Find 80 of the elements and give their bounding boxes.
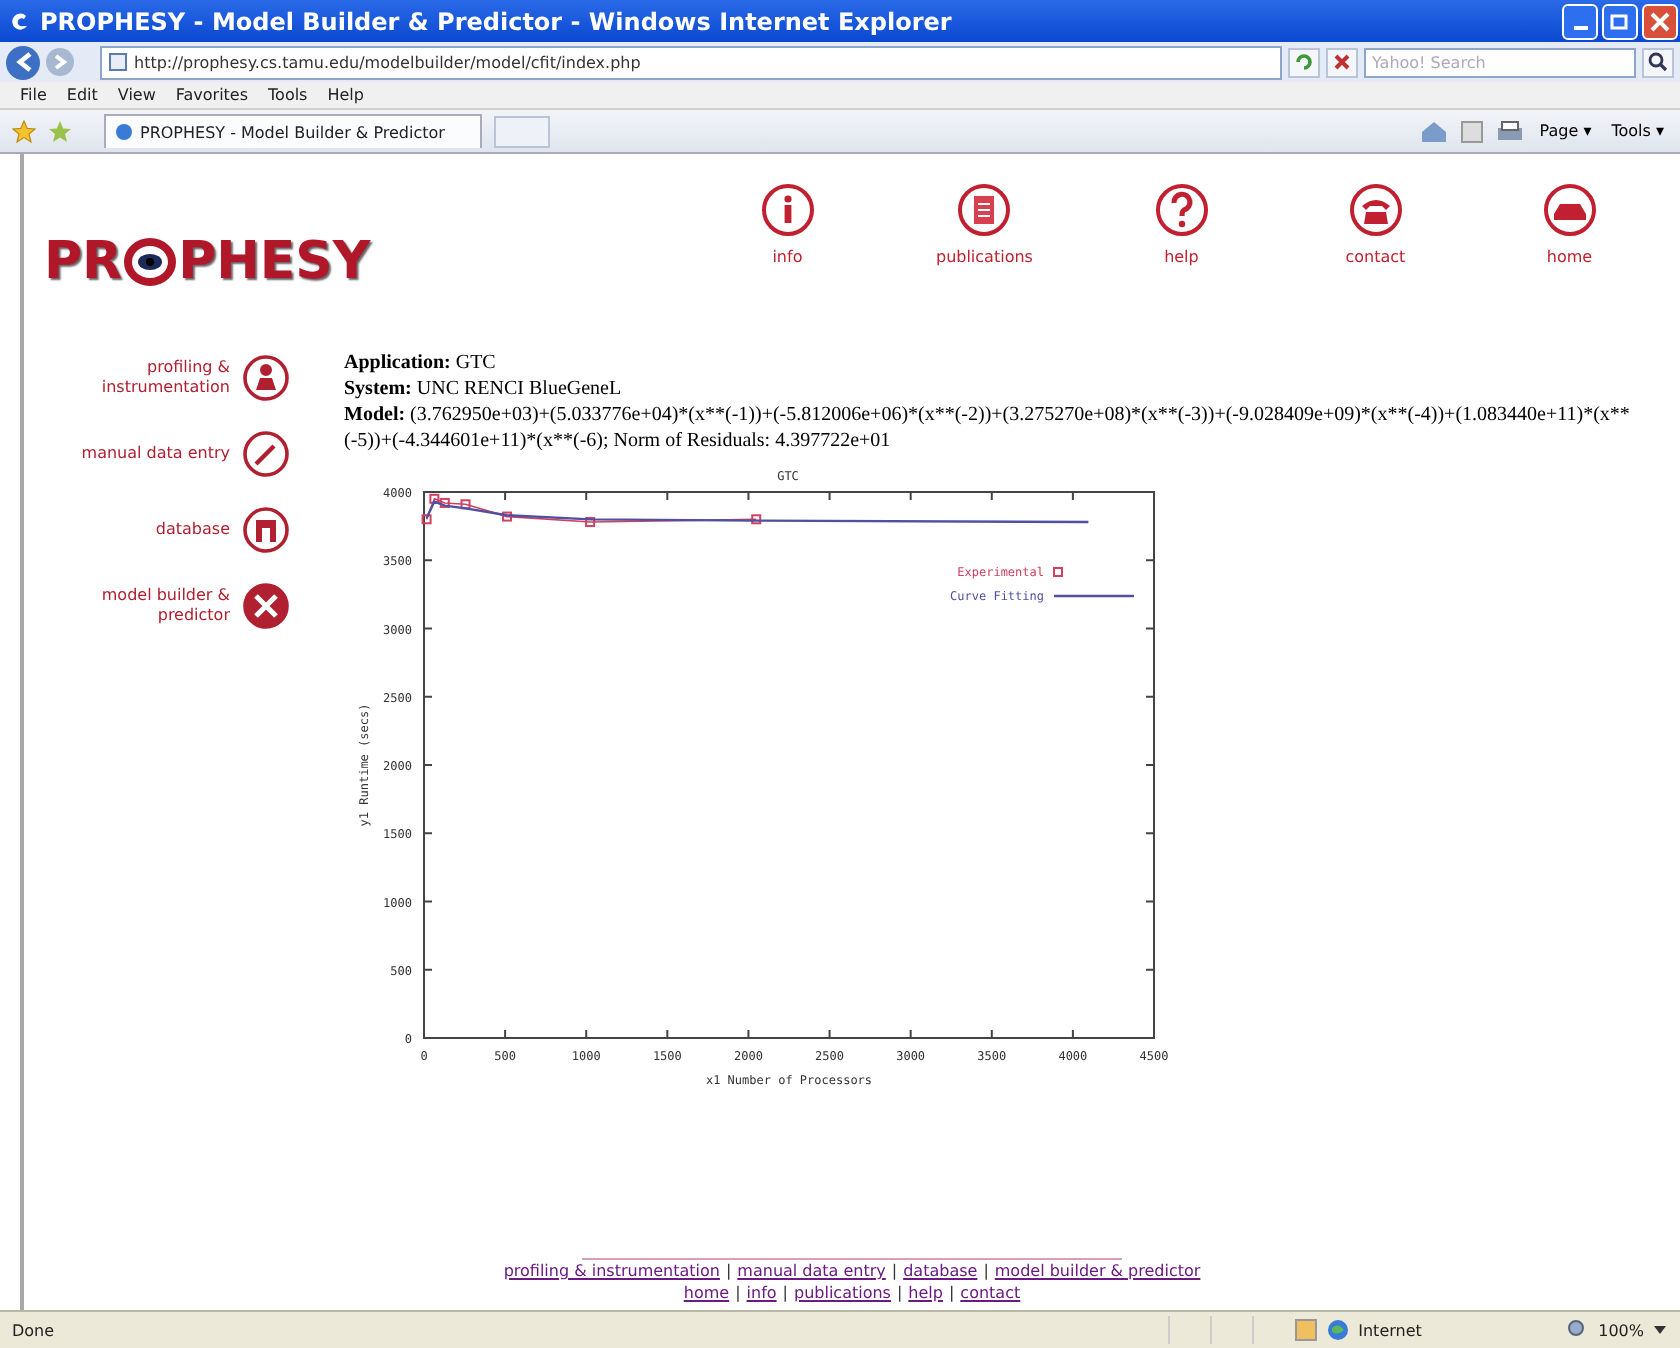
zone-text: Internet (1358, 1321, 1424, 1339)
logo-text: PHESY (178, 232, 371, 292)
browser-logo-icon (8, 9, 32, 33)
legend-marker (1053, 567, 1063, 577)
data-point (751, 514, 762, 525)
data-point (460, 499, 471, 510)
footer-link[interactable]: help (908, 1282, 943, 1304)
legend-line (1054, 594, 1134, 598)
logo-text: PR (44, 232, 123, 292)
tools-menu-button[interactable]: Tools ▾ (1607, 122, 1668, 140)
maximize-button[interactable] (1602, 3, 1638, 39)
nav-link[interactable]: manual data entry (40, 443, 230, 465)
nav-link[interactable]: home (1546, 248, 1593, 266)
link-separator: | (891, 1260, 898, 1282)
back-button[interactable] (6, 45, 40, 79)
status-text: Done (12, 1321, 55, 1339)
menu-item[interactable]: Favorites (175, 86, 249, 104)
stop-icon (1332, 52, 1352, 72)
maximize-icon (1610, 11, 1630, 31)
page-menu-button[interactable]: Page ▾ (1535, 122, 1596, 140)
footer-link[interactable]: profiling & instrumentation (503, 1260, 720, 1282)
menu-item[interactable]: Tools (268, 86, 308, 104)
search-field[interactable]: Yahoo! Search (1364, 47, 1636, 77)
link-separator: | (896, 1282, 903, 1304)
person-icon[interactable] (242, 354, 290, 402)
nav-link[interactable]: contact (1345, 248, 1406, 266)
minimize-icon (1573, 25, 1587, 29)
browser-tab[interactable]: PROPHESY - Model Builder & Predictor (104, 114, 482, 148)
page-icon (108, 52, 128, 72)
refresh-icon (1294, 52, 1314, 72)
close-icon (1650, 11, 1670, 31)
detail-text: System: UNC RENCI BlueGeneL (344, 376, 624, 402)
stop-button[interactable] (1326, 47, 1358, 77)
footer-link[interactable]: publications (794, 1282, 891, 1304)
document-icon[interactable] (956, 182, 1013, 238)
close-button[interactable] (1642, 3, 1678, 39)
detail-text: Model: (3.762950e+03)+(5.033776e+04)*(x**(-1))+(-5.812006e+06)*(x**(-2))+(3.275270e+08)*(x**(-3))+(-9.028409e+09)*(x**(-4))+(1.083440e+11)*(x**(-5))+(-4.344601e+11)*(x**(-6); Norm of Residuals: 4.397722e+01 (344, 402, 1632, 454)
footer-link[interactable]: contact (960, 1282, 1021, 1304)
nav-link[interactable]: help (1164, 248, 1199, 266)
nav-link[interactable]: info (772, 248, 803, 266)
window-title: PROPHESY - Model Builder & Predictor - Windows Internet Explorer (40, 7, 952, 35)
link-separator: | (782, 1282, 788, 1304)
footer-link[interactable]: manual data entry (737, 1260, 886, 1282)
minimize-button[interactable] (1562, 3, 1598, 39)
pencil-icon[interactable] (242, 430, 290, 478)
data-point (421, 514, 432, 525)
page-icon (114, 122, 134, 142)
star-icon[interactable] (12, 119, 36, 143)
link-separator: | (983, 1260, 989, 1282)
link-separator: | (735, 1282, 741, 1304)
archway-icon[interactable] (242, 506, 290, 554)
help-icon[interactable] (1153, 182, 1210, 238)
search-icon[interactable] (1642, 47, 1674, 77)
footer-link[interactable]: home (683, 1282, 730, 1304)
address-field[interactable]: http://prophesy.cs.tamu.edu/modelbuilder/model/cfit/index.php (100, 45, 1282, 79)
refresh-button[interactable] (1288, 47, 1320, 77)
eye-icon (124, 238, 177, 286)
menu-item[interactable]: Edit (66, 86, 98, 104)
nav-link[interactable]: database (40, 519, 230, 541)
globe-icon (1326, 1318, 1351, 1342)
footer-link[interactable]: model builder & predictor (994, 1260, 1201, 1282)
info-icon[interactable] (759, 182, 816, 238)
detail-text: Application: GTC (344, 350, 498, 376)
caret-icon[interactable] (1652, 1322, 1668, 1338)
nav-link[interactable]: profiling & instrumentation (40, 357, 230, 399)
nav-link[interactable]: publications (935, 248, 1033, 266)
link-separator: | (725, 1260, 732, 1282)
data-point (585, 517, 596, 528)
menu-item[interactable]: File (20, 86, 47, 104)
nav-link[interactable]: model builder & predictor (40, 585, 230, 627)
menu-item[interactable]: View (117, 86, 156, 104)
footer-link[interactable]: info (746, 1282, 777, 1304)
phone-icon[interactable] (1347, 182, 1404, 238)
menu-item[interactable]: Help (327, 86, 364, 104)
data-point (502, 511, 513, 522)
link-separator: | (948, 1282, 955, 1304)
tools-icon[interactable] (242, 582, 290, 630)
zoom-level[interactable]: 100% (1598, 1321, 1644, 1339)
print-icon[interactable] (1495, 119, 1524, 143)
footer-link[interactable]: database (903, 1260, 978, 1282)
